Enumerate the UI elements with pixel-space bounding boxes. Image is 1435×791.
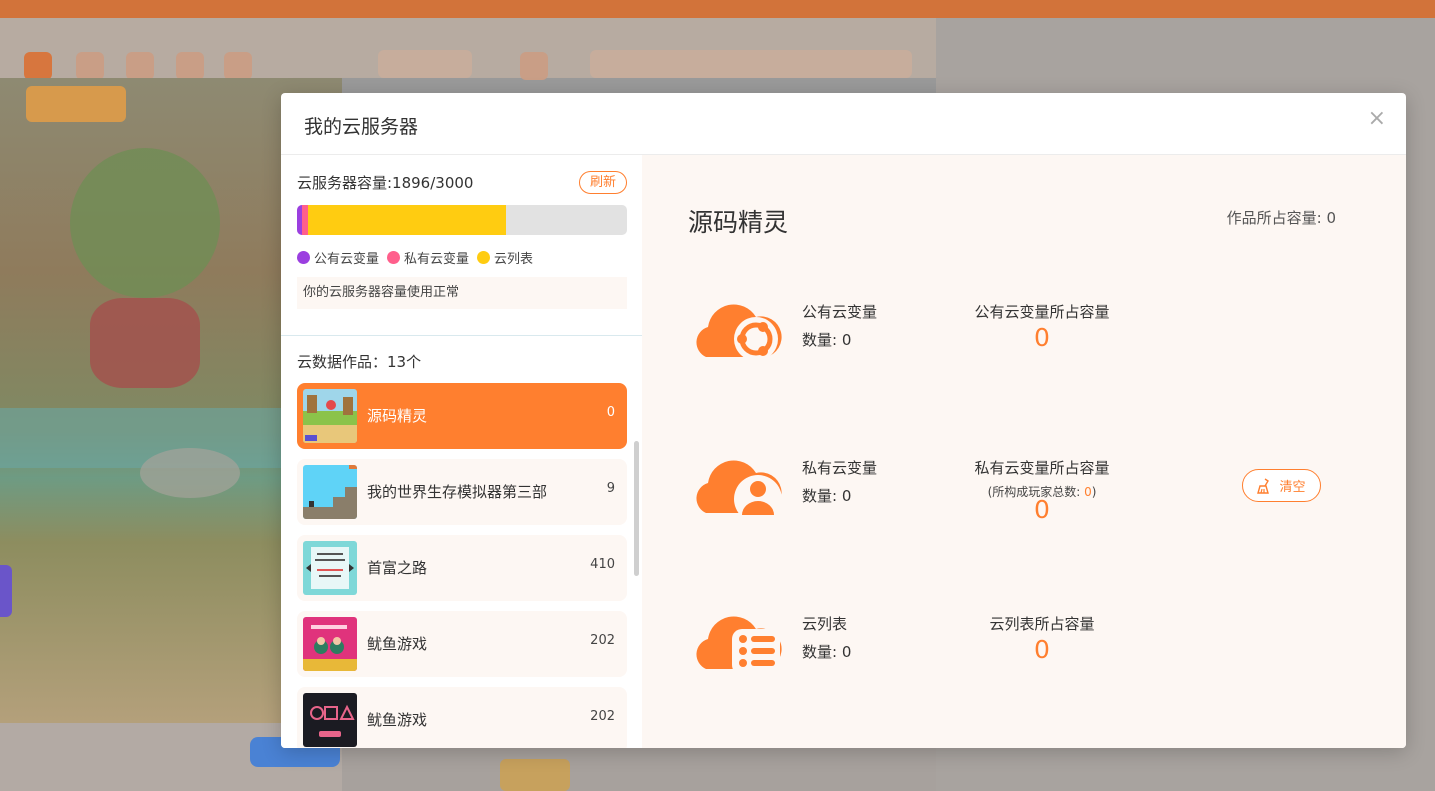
divider	[281, 335, 642, 336]
refresh-button[interactable]: 刷新	[579, 171, 627, 194]
work-item[interactable]: 我的世界生存模拟器第三部 9	[297, 459, 627, 525]
clear-label: 清空	[1279, 480, 1306, 495]
cloud-private-icon	[694, 449, 784, 523]
editor-bottom	[342, 747, 936, 791]
work-item[interactable]: 鱿鱼游戏 202	[297, 687, 627, 748]
toolbar-button	[176, 52, 204, 80]
capacity-label: 云服务器容量:1896/3000	[297, 174, 474, 192]
public-variables-block: 公有云变量 数量: 0 公有云变量所占容量 0	[694, 293, 1374, 383]
toolbar-button	[520, 52, 548, 80]
private-variables-count: 数量: 0	[802, 487, 852, 505]
toolbar-button	[224, 52, 252, 80]
toolbar-pill	[378, 50, 472, 78]
work-count: 410	[590, 557, 615, 572]
work-count: 202	[590, 709, 615, 724]
legend-label: 私有云变量	[404, 251, 470, 267]
work-thumbnail	[303, 541, 357, 595]
clear-button[interactable]: 清空	[1242, 469, 1321, 502]
broom-icon	[1257, 477, 1270, 494]
work-count: 0	[606, 405, 615, 420]
work-thumbnail	[303, 465, 357, 519]
side-tab	[0, 565, 12, 617]
cloud-server-modal: 我的云服务器 × 云服务器容量:1896/3000 刷新 公有云变量 私有云变量…	[281, 93, 1406, 748]
work-name: 鱿鱼游戏	[367, 711, 428, 729]
detail-panel: 源码精灵 作品所占容量: 0 公有云变量 数量: 0 公有云变量所占容量 0 私…	[642, 155, 1406, 748]
legend-item-public: 公有云变量	[297, 248, 379, 267]
work-name: 我的世界生存模拟器第三部	[367, 483, 548, 501]
modal-header: 我的云服务器 ×	[281, 93, 1406, 155]
work-count: 9	[606, 481, 615, 496]
legend-dot	[297, 250, 310, 264]
cloud-public-icon	[694, 293, 784, 365]
app-logo	[24, 52, 52, 80]
left-panel: 云服务器容量:1896/3000 刷新 公有云变量 私有云变量 云列表 你的云服…	[281, 155, 642, 748]
capacity-bar-list	[308, 205, 506, 235]
public-capacity-label: 公有云变量所占容量	[974, 303, 1110, 321]
work-item[interactable]: 源码精灵 0	[297, 383, 627, 449]
detail-title: 源码精灵	[688, 208, 789, 237]
private-capacity-value: 0	[1034, 495, 1050, 524]
works-title: 云数据作品：13个	[297, 353, 422, 371]
work-item[interactable]: 首富之路 410	[297, 535, 627, 601]
work-thumbnail	[303, 693, 357, 747]
work-count: 202	[590, 633, 615, 648]
work-thumbnail	[303, 389, 357, 443]
toolbar-button	[126, 52, 154, 80]
modal-title: 我的云服务器	[304, 116, 419, 138]
work-name: 源码精灵	[367, 407, 428, 425]
cloud-list-capacity-label: 云列表所占容量	[989, 615, 1095, 633]
cloud-list-capacity-value: 0	[1034, 635, 1050, 664]
cloud-list-block: 云列表 数量: 0 云列表所占容量 0	[694, 605, 1374, 695]
detail-capacity: 作品所占容量: 0	[1226, 209, 1336, 227]
cloud-list-count: 数量: 0	[802, 643, 852, 661]
legend-label: 公有云变量	[314, 251, 380, 267]
works-scrollbar[interactable]	[634, 441, 639, 576]
toolbar-title-field	[590, 50, 912, 78]
private-capacity-label: 私有云变量所占容量	[974, 459, 1110, 477]
capacity-legend: 公有云变量 私有云变量 云列表	[297, 247, 541, 267]
capacity-row: 云服务器容量:1896/3000 刷新	[297, 171, 627, 195]
works-list[interactable]: 源码精灵 0 我的世界生存模拟器第三部 9 首富之路 410 鱿鱼游戏 202 …	[297, 383, 627, 748]
legend-dot	[387, 250, 401, 264]
legend-dot	[477, 250, 491, 264]
legend-item-private: 私有云变量	[387, 248, 469, 267]
public-capacity-value: 0	[1034, 323, 1050, 352]
cloud-list-name: 云列表	[802, 615, 848, 633]
private-variables-name: 私有云变量	[802, 459, 878, 477]
work-name: 鱿鱼游戏	[367, 635, 428, 653]
work-thumbnail	[303, 617, 357, 671]
app-top-bar	[0, 0, 1435, 18]
capacity-bar	[297, 205, 627, 235]
public-variables-count: 数量: 0	[802, 331, 852, 349]
work-item[interactable]: 鱿鱼游戏 202	[297, 611, 627, 677]
capacity-status: 你的云服务器容量使用正常	[297, 277, 627, 309]
close-icon[interactable]: ×	[1368, 107, 1386, 131]
public-variables-name: 公有云变量	[802, 303, 878, 321]
legend-label: 云列表	[494, 251, 534, 267]
toolbar-button	[76, 52, 104, 80]
cloud-list-icon	[694, 605, 784, 677]
legend-item-list: 云列表	[477, 248, 533, 267]
work-name: 首富之路	[367, 559, 428, 577]
